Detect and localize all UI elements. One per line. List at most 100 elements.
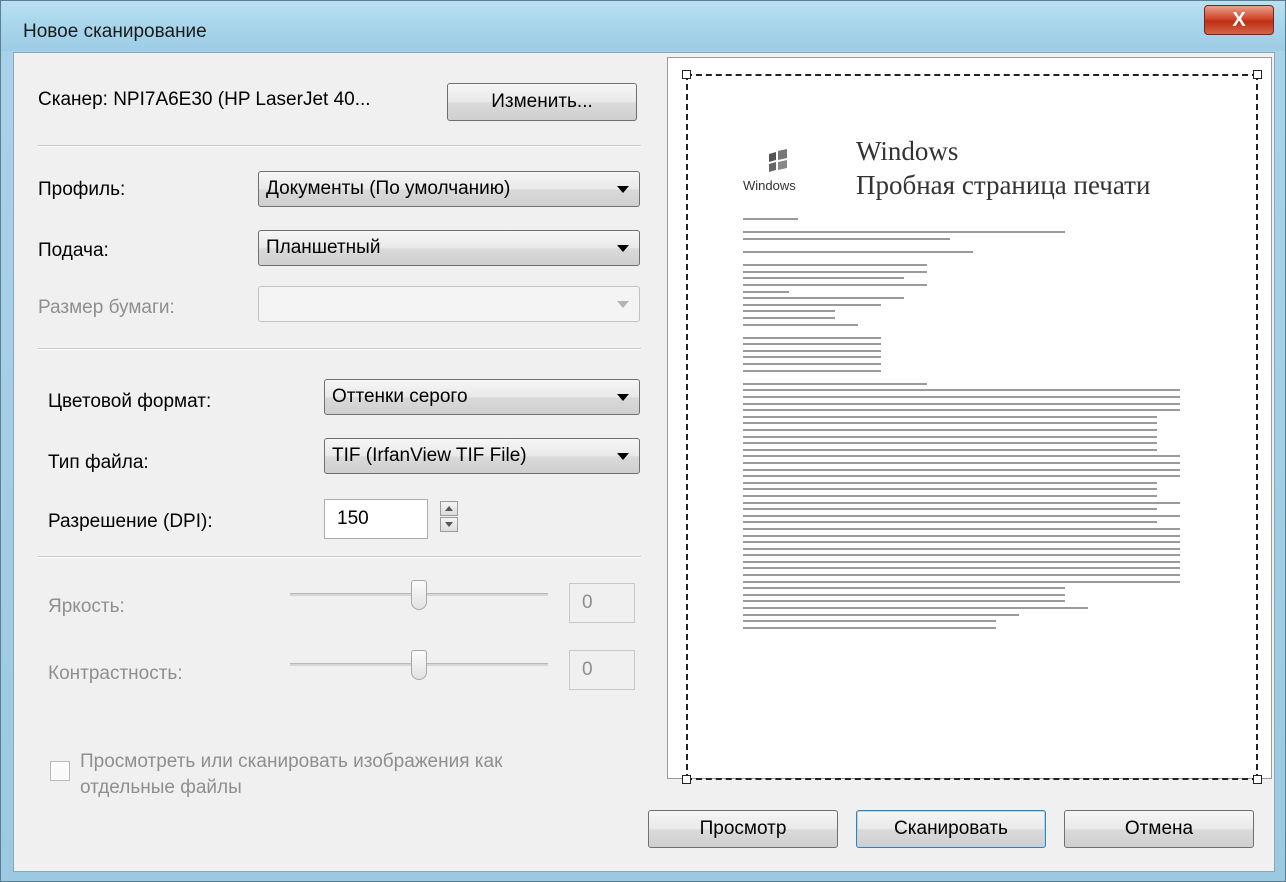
doc-text-line: [743, 402, 1180, 405]
resolution-label: Разрешение (DPI):: [48, 511, 213, 532]
doc-text-line: [743, 218, 799, 220]
scanner-label: Сканер: NPI7A6E30 (HP LaserJet 40...: [38, 89, 371, 110]
doc-text-line: [743, 415, 1157, 418]
close-button[interactable]: X: [1204, 5, 1274, 35]
profile-select[interactable]: Документы (По умолчанию): [258, 171, 640, 207]
brightness-slider-thumb: [411, 580, 427, 610]
separator: [38, 556, 641, 558]
doc-text-line: [743, 290, 789, 293]
doc-text-line: [743, 270, 927, 273]
doc-text-line: [743, 593, 1065, 596]
doc-text-line: [743, 277, 904, 280]
resolution-down-button[interactable]: [440, 517, 458, 532]
separator: [38, 348, 641, 350]
contrast-label: Контрастность:: [48, 663, 183, 684]
doc-logo-text: Windows: [743, 178, 796, 193]
chevron-down-icon: [617, 245, 629, 252]
cancel-button[interactable]: Отмена: [1064, 810, 1254, 848]
doc-body-text: [743, 218, 1203, 633]
doc-text-line: [743, 442, 1157, 445]
crop-handle-bottom-left[interactable]: [682, 775, 691, 784]
resolution-value: 150: [337, 508, 369, 529]
doc-text-line: [743, 567, 1180, 570]
source-label: Подача:: [38, 240, 109, 261]
doc-text-line: [743, 580, 1180, 583]
crop-handle-bottom-right[interactable]: [1253, 775, 1262, 784]
profile-label: Профиль:: [38, 179, 126, 200]
doc-text-line: [743, 475, 1180, 478]
doc-text-line: [743, 501, 1180, 504]
doc-text-line: [743, 461, 1180, 464]
dialog-client-area: Сканер: NPI7A6E30 (HP LaserJet 40... Изм…: [13, 52, 1275, 872]
doc-text-line: [743, 396, 1180, 399]
doc-text-line: [743, 481, 1157, 484]
file-type-select-value: TIF (IrfanView TIF File): [332, 445, 527, 466]
scanned-document-preview: Windows Windows Пробная страница печати: [743, 136, 1203, 756]
file-type-label: Тип файла:: [48, 452, 149, 473]
brightness-value-field: 0: [569, 583, 635, 623]
doc-text-line: [743, 626, 996, 629]
doc-text-line: [743, 508, 1157, 511]
crop-handle-top-left[interactable]: [682, 70, 691, 79]
doc-text-line: [743, 455, 1180, 458]
contrast-value-field: 0: [569, 650, 635, 690]
doc-text-line: [743, 283, 927, 286]
crop-handle-top-right[interactable]: [1253, 70, 1262, 79]
chevron-up-icon: [445, 506, 453, 511]
doc-text-line: [743, 600, 1065, 603]
title-bar[interactable]: Новое сканирование X: [1, 1, 1285, 51]
separate-files-checkbox[interactable]: [50, 761, 70, 781]
paper-size-select: [258, 286, 640, 322]
doc-text-line: [743, 382, 927, 385]
doc-text-line: [743, 250, 973, 253]
resolution-up-button[interactable]: [440, 501, 458, 516]
preview-button[interactable]: Просмотр: [648, 810, 838, 848]
change-scanner-button[interactable]: Изменить...: [447, 83, 637, 121]
contrast-slider-thumb: [411, 650, 427, 680]
scan-button[interactable]: Сканировать: [856, 810, 1046, 848]
doc-text-line: [743, 554, 1180, 557]
doc-text-line: [743, 237, 950, 240]
doc-text-line: [743, 343, 881, 346]
chevron-down-icon: [617, 301, 629, 308]
chevron-down-icon: [445, 522, 453, 527]
resolution-input[interactable]: 150: [324, 499, 428, 539]
doc-text-line: [743, 587, 1065, 590]
doc-text-line: [743, 547, 1180, 550]
doc-text-line: [743, 607, 1088, 610]
doc-text-line: [743, 409, 1180, 412]
doc-text-line: [743, 310, 835, 313]
doc-text-line: [743, 514, 1180, 517]
chevron-down-icon: [617, 394, 629, 401]
brightness-label: Яркость:: [48, 596, 125, 617]
doc-text-line: [743, 336, 881, 339]
contrast-value: 0: [582, 659, 593, 680]
source-select-value: Планшетный: [266, 237, 381, 258]
doc-text-line: [743, 435, 1157, 438]
source-select[interactable]: Планшетный: [258, 230, 640, 266]
doc-text-line: [743, 323, 858, 326]
doc-text-line: [743, 369, 881, 372]
separate-files-label-line1: Просмотреть или сканировать изображения …: [80, 751, 503, 772]
windows-logo-icon: [769, 149, 787, 172]
separator: [38, 145, 641, 147]
profile-select-value: Документы (По умолчанию): [266, 178, 511, 199]
doc-text-line: [743, 620, 996, 623]
color-format-select[interactable]: Оттенки серого: [324, 379, 640, 415]
doc-text-line: [743, 303, 881, 306]
doc-text-line: [743, 429, 1157, 431]
doc-text-line: [743, 541, 1180, 544]
preview-area[interactable]: Windows Windows Пробная страница печати: [667, 57, 1272, 784]
crop-selection-rectangle[interactable]: Windows Windows Пробная страница печати: [682, 70, 1262, 784]
doc-text-line: [743, 356, 881, 359]
doc-text-line: [743, 560, 1180, 563]
doc-text-line: [743, 468, 1180, 471]
doc-text-line: [743, 389, 1180, 392]
file-type-select[interactable]: TIF (IrfanView TIF File): [324, 438, 640, 474]
doc-text-line: [743, 297, 904, 300]
doc-text-line: [743, 316, 835, 319]
window-title: Новое сканирование: [23, 21, 207, 42]
doc-text-line: [743, 574, 1180, 577]
doc-text-line: [743, 264, 927, 267]
chevron-down-icon: [617, 186, 629, 193]
